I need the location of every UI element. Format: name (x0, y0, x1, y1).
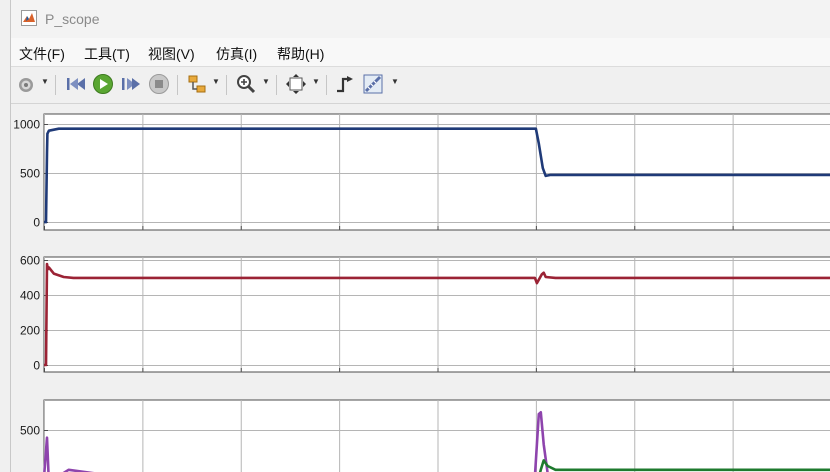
menu-file[interactable]: 文件(F) (19, 44, 65, 64)
toolbar: ▼ ▼ ▼ ▼ ▼ (11, 66, 830, 104)
y-tick-label: 1000 (13, 118, 40, 132)
signal-select-dropdown-caret[interactable]: ▼ (212, 77, 220, 86)
step-back-icon[interactable] (65, 73, 87, 95)
autoscale-dropdown-caret[interactable]: ▼ (312, 77, 320, 86)
measure-icon[interactable] (362, 73, 386, 95)
y-tick-label: 500 (20, 424, 40, 438)
triggers-icon[interactable] (334, 73, 356, 95)
run-icon[interactable] (92, 73, 114, 95)
gear-dropdown-caret[interactable]: ▼ (41, 77, 49, 86)
y-tick-label: 400 (20, 289, 40, 303)
scope-axes-2: 0 200 400 600 (20, 254, 830, 373)
plot-area (43, 113, 830, 231)
scope-axes-3: 0500 (20, 399, 830, 472)
y-tick-label: 200 (20, 324, 40, 338)
scope-plots: 0500100002004006000500 (13, 113, 830, 472)
step-forward-icon[interactable] (120, 73, 142, 95)
y-tick-label: 0 (33, 359, 40, 373)
title-bar: P_scope (11, 0, 830, 38)
toolbar-separator (226, 75, 227, 95)
menu-view[interactable]: 视图(V) (148, 44, 195, 64)
signal-select-icon[interactable] (186, 73, 208, 95)
menu-bar: 文件(F) 工具(T) 视图(V) 仿真(I) 帮助(H) (11, 38, 830, 66)
y-tick-label: 500 (20, 167, 40, 181)
measure-dropdown-caret[interactable]: ▼ (391, 77, 399, 86)
stop-icon[interactable] (148, 73, 170, 95)
toolbar-separator (177, 75, 178, 95)
toolbar-separator (276, 75, 277, 95)
toolbar-separator (326, 75, 327, 95)
zoom-in-icon[interactable] (235, 73, 257, 95)
menu-tools[interactable]: 工具(T) (84, 44, 130, 64)
toolbar-separator (55, 75, 56, 95)
plot-area (43, 399, 830, 472)
scope-axes-1: 0 500 1000 (13, 113, 830, 231)
menu-help[interactable]: 帮助(H) (277, 44, 324, 64)
zoom-dropdown-caret[interactable]: ▼ (262, 77, 270, 86)
window-title: P_scope (45, 11, 100, 27)
menu-simulation[interactable]: 仿真(I) (216, 44, 257, 64)
y-tick-label: 0 (33, 216, 40, 230)
autoscale-icon[interactable] (285, 73, 307, 95)
gear-icon[interactable] (16, 73, 36, 95)
plot-area (43, 256, 830, 373)
matlab-logo-icon (21, 10, 37, 26)
scope-window: P_scope 文件(F) 工具(T) 视图(V) 仿真(I) 帮助(H) ▼ (10, 0, 830, 472)
y-tick-label: 600 (20, 254, 40, 268)
